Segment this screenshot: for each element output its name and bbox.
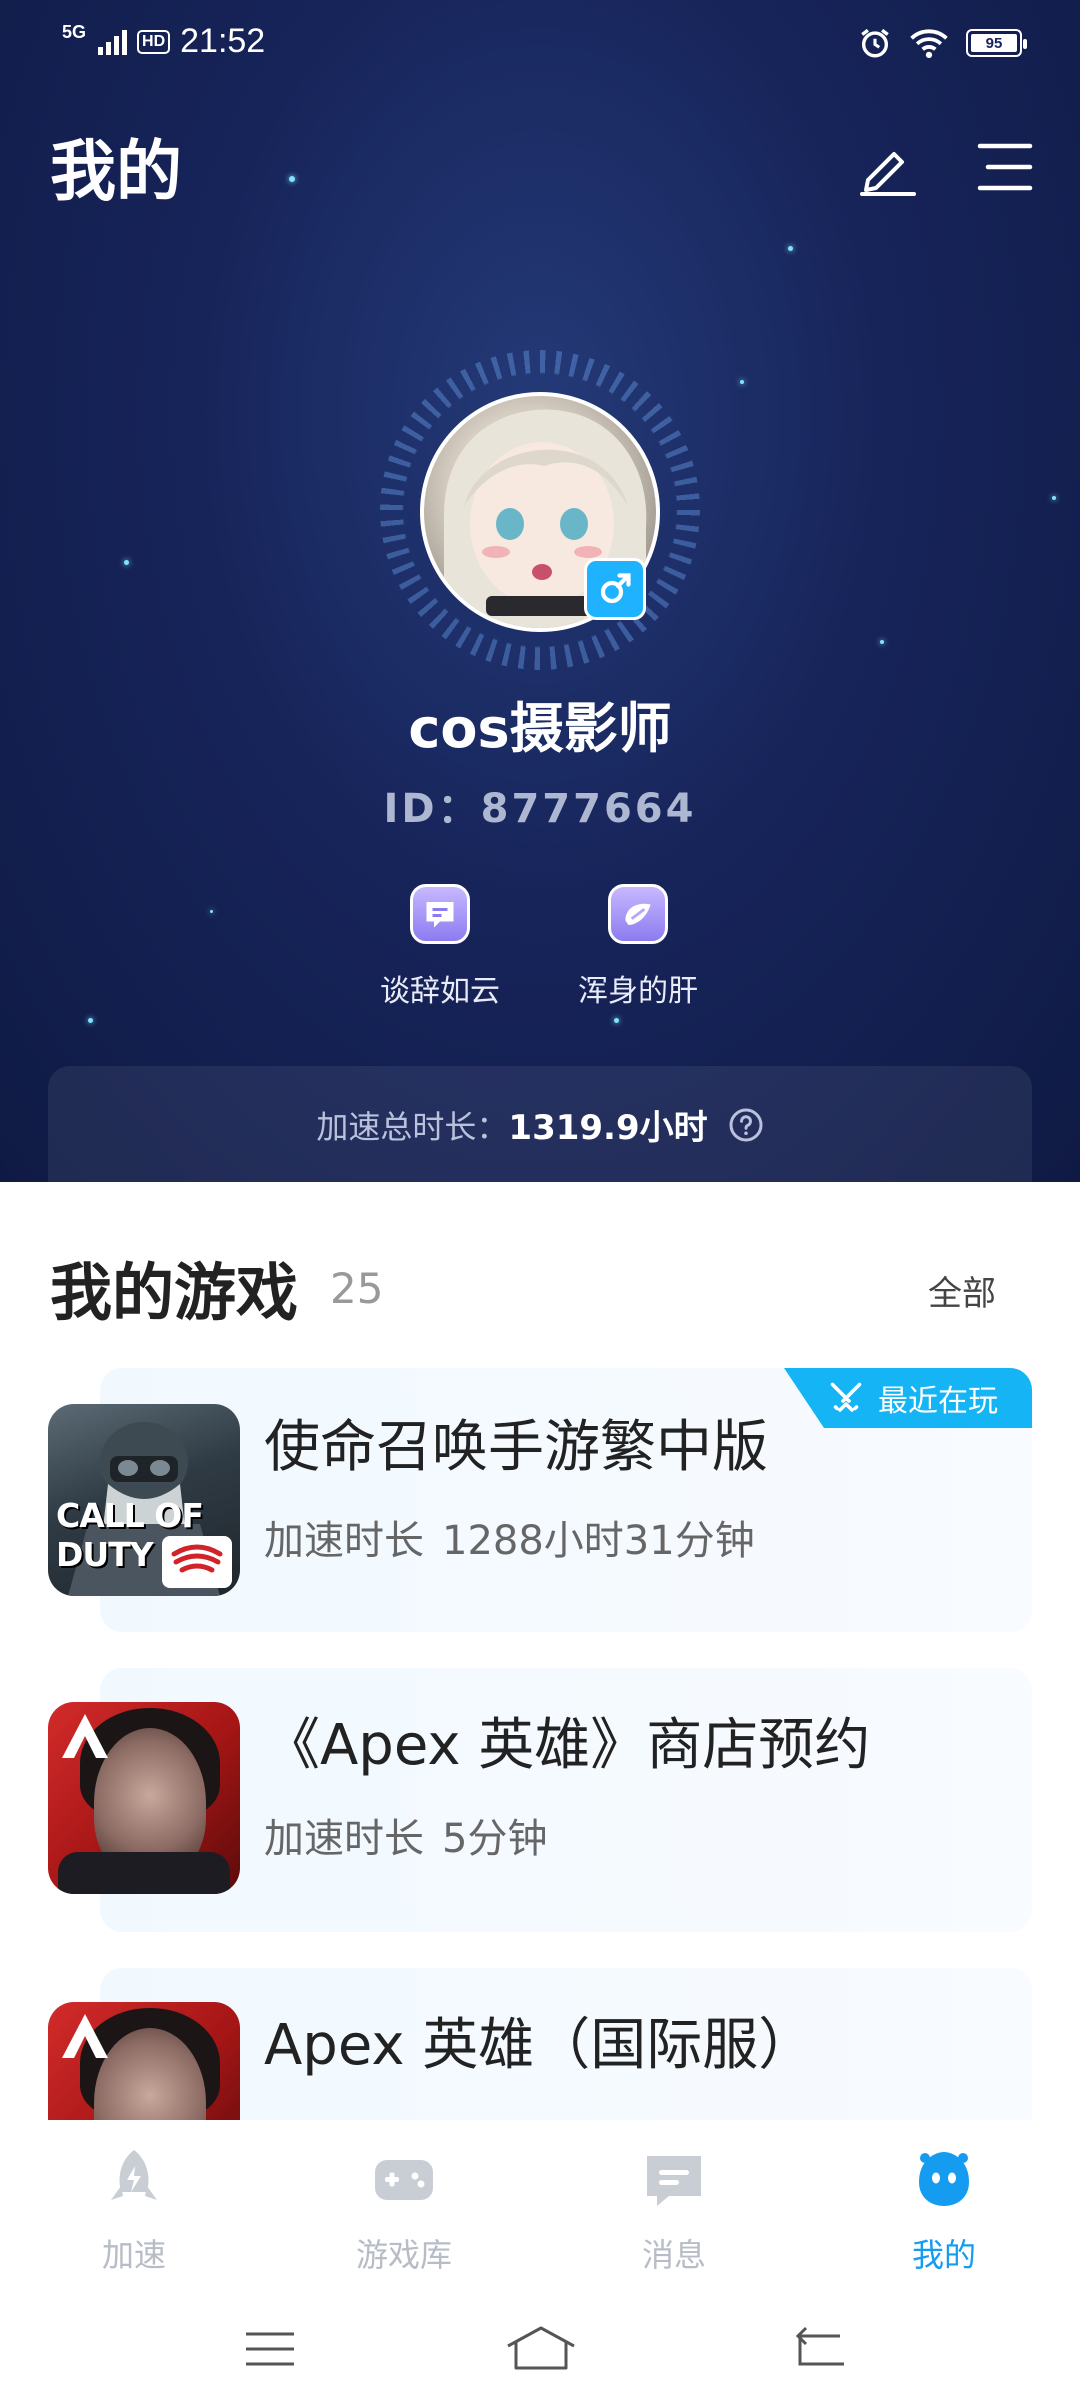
total-duration: 加速总时长： 1319.9小时: [0, 1100, 1080, 1149]
menu-icon[interactable]: [972, 134, 1038, 200]
star-decoration: [124, 560, 129, 565]
tab-label: 游戏库: [355, 2236, 452, 2274]
publisher-logo-icon: [162, 1536, 232, 1588]
tab-game-library[interactable]: 游戏库: [304, 2146, 504, 2276]
game-icon-cod: CALL OF DUTY: [48, 1404, 240, 1596]
star-decoration: [88, 1018, 93, 1023]
help-icon[interactable]: [728, 1107, 764, 1143]
tab-accelerate[interactable]: 加速: [34, 2146, 234, 2276]
gamepad-icon: [375, 2160, 433, 2200]
network-label: 5G: [62, 22, 87, 42]
duration-value: 1319.9小时: [508, 1108, 708, 1148]
play-time-value: 1288小时31分钟: [442, 1518, 755, 1564]
recent-tag-label: 最近在玩: [878, 1384, 998, 1419]
game-count: 25: [330, 1264, 384, 1313]
play-time-label: 加速时长: [264, 1518, 424, 1564]
character-scarf: [58, 1852, 230, 1894]
game-play-time: 加速时长 1288小时31分钟: [264, 1508, 755, 1566]
user-id: ID：8777664: [383, 786, 697, 832]
back-icon[interactable]: [790, 2324, 850, 2374]
mascot-icon: [919, 2152, 969, 2206]
male-gender-icon: [584, 558, 646, 620]
alarm-icon: [861, 28, 889, 58]
badge-label: 谈辞如云: [380, 974, 500, 1009]
battery-icon: 95: [966, 29, 1027, 57]
pencil-icon[interactable]: [854, 134, 920, 200]
duration-label: 加速总时长：: [316, 1107, 509, 1146]
hd-icon: HD: [137, 29, 171, 54]
game-name: 《Apex 英雄》商店预约: [264, 1713, 871, 1778]
play-time-value: 5分钟: [442, 1816, 548, 1862]
crossed-swords-icon: [830, 1382, 862, 1412]
my-games-section: 我的游戏 25 全部 CALL OF DUTY 使命召唤手游繁中版 加速时长 12…: [0, 1182, 1080, 2122]
rocket-icon: [111, 2150, 157, 2200]
play-time-label: 加速时长: [264, 1816, 424, 1862]
star-decoration: [740, 380, 744, 384]
page-title: 我的: [50, 133, 182, 210]
bottom-tab-bar: 加速 游戏库 消息 我的: [0, 2120, 1080, 2280]
chat-bubble-icon: [410, 884, 470, 944]
game-name: 使命召唤手游繁中版: [264, 1415, 768, 1480]
star-decoration: [788, 246, 793, 251]
badge-hardcore[interactable]: 浑身的肝: [548, 884, 728, 1010]
tab-label: 消息: [641, 2236, 706, 2274]
star-decoration: [880, 640, 884, 644]
tab-messages[interactable]: 消息: [574, 2146, 774, 2276]
recent-played-tag: 最近在玩: [784, 1368, 1032, 1428]
message-icon: [647, 2156, 701, 2206]
tab-mine[interactable]: 我的: [844, 2146, 1044, 2276]
recent-apps-icon[interactable]: [240, 2324, 300, 2374]
star-decoration: [289, 176, 295, 182]
home-icon[interactable]: [504, 2324, 578, 2374]
see-all-link[interactable]: 全部: [928, 1266, 996, 1315]
badge-label: 浑身的肝: [578, 974, 698, 1009]
tab-label: 加速: [101, 2236, 166, 2274]
game-icon-apex: [48, 2002, 240, 2122]
star-decoration: [210, 910, 213, 913]
tab-label: 我的: [911, 2236, 976, 2274]
liver-icon: [608, 884, 668, 944]
signal-icon: [98, 29, 128, 55]
apex-logo-icon: [62, 1714, 108, 1758]
wifi-icon: [910, 29, 948, 59]
status-bar: 5G HD 21:52 95: [0, 0, 1080, 84]
apex-logo-icon: [62, 2014, 108, 2058]
section-title: 我的游戏: [50, 1256, 299, 1329]
star-decoration: [1052, 496, 1056, 500]
star-decoration: [614, 1018, 619, 1023]
status-time: 21:52: [180, 22, 266, 60]
badge-talkative[interactable]: 谈辞如云: [350, 884, 530, 1010]
game-name: Apex 英雄（国际服）: [264, 2013, 815, 2078]
battery-level: 95: [971, 34, 1017, 52]
game-icon-apex: [48, 1702, 240, 1894]
system-navigation-bar: [0, 2280, 1080, 2408]
username: cos摄影师: [408, 697, 672, 760]
game-play-time: 加速时长 5分钟: [264, 1806, 547, 1864]
profile-header: 5G HD 21:52 95 我的 cos摄影师 ID：8777664 谈辞如云…: [0, 0, 1080, 1182]
